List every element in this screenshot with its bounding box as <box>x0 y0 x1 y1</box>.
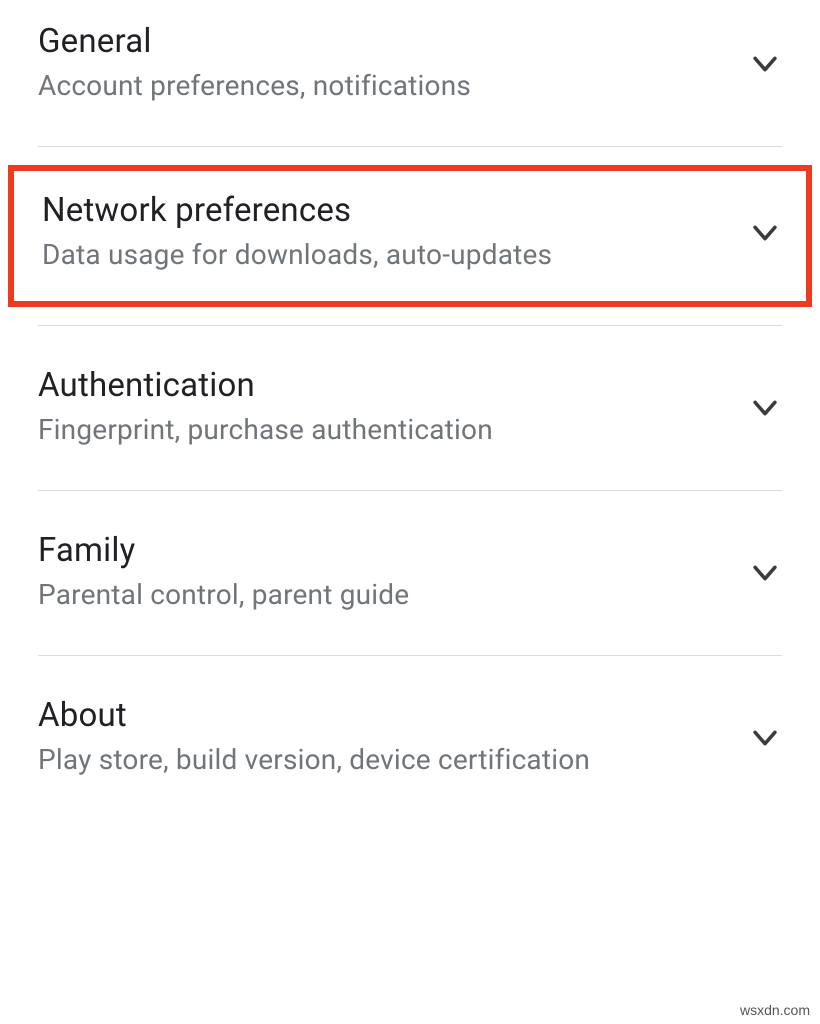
chevron-down-icon <box>748 391 782 429</box>
settings-item-title: About <box>38 696 728 735</box>
settings-item-subtitle: Play store, build version, device certif… <box>38 743 728 776</box>
settings-item-about[interactable]: About Play store, build version, device … <box>0 656 820 806</box>
settings-item-authentication[interactable]: Authentication Fingerprint, purchase aut… <box>0 326 820 490</box>
settings-item-title: Family <box>38 531 728 570</box>
settings-item-title: General <box>38 22 728 61</box>
chevron-down-icon <box>748 216 782 254</box>
settings-item-content: Authentication Fingerprint, purchase aut… <box>38 366 728 446</box>
settings-item-network-preferences[interactable]: Network preferences Data usage for downl… <box>8 165 812 307</box>
settings-item-title: Authentication <box>38 366 728 405</box>
settings-item-content: Network preferences Data usage for downl… <box>42 191 728 271</box>
divider <box>38 146 782 147</box>
chevron-down-icon <box>748 556 782 594</box>
settings-item-subtitle: Fingerprint, purchase authentication <box>38 413 728 446</box>
settings-item-general[interactable]: General Account preferences, notificatio… <box>0 0 820 146</box>
settings-item-content: Family Parental control, parent guide <box>38 531 728 611</box>
settings-item-subtitle: Data usage for downloads, auto-updates <box>42 238 728 271</box>
settings-item-title: Network preferences <box>42 191 728 230</box>
watermark: wsxdn.com <box>740 1002 810 1018</box>
chevron-down-icon <box>748 47 782 85</box>
settings-item-subtitle: Parental control, parent guide <box>38 578 728 611</box>
settings-item-family[interactable]: Family Parental control, parent guide <box>0 491 820 655</box>
settings-item-subtitle: Account preferences, notifications <box>38 69 728 102</box>
settings-item-content: General Account preferences, notificatio… <box>38 22 728 102</box>
settings-list: General Account preferences, notificatio… <box>0 0 820 806</box>
settings-item-content: About Play store, build version, device … <box>38 696 728 776</box>
chevron-down-icon <box>748 721 782 759</box>
